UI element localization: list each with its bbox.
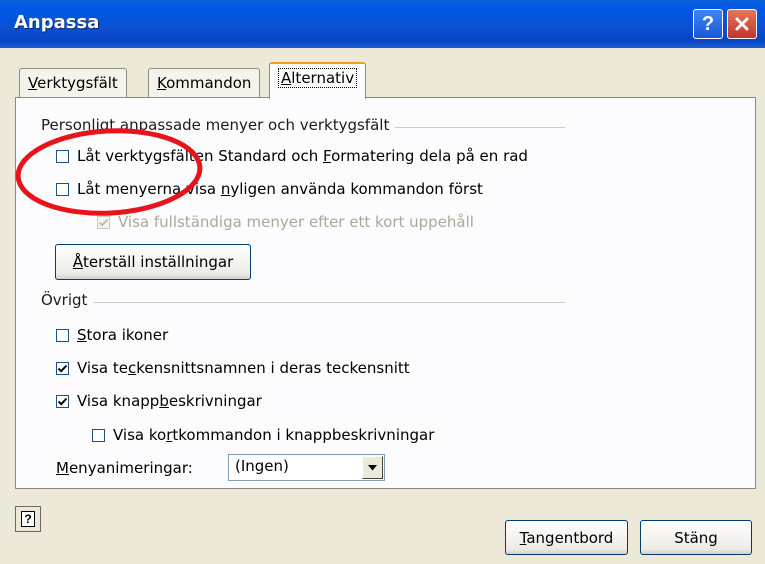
group-label-other: Övrigt [41,291,94,309]
checkbox[interactable] [56,361,69,375]
close-icon [735,17,749,31]
check-icon [98,218,109,227]
help-button[interactable]: ? [15,506,41,532]
window-title: Anpassa [14,12,100,33]
title-bar: Anpassa ? [0,0,765,48]
tab-kommandon[interactable]: Kommandon [148,68,261,98]
help-title-button[interactable]: ? [693,9,723,39]
dropdown-arrow-icon[interactable] [362,456,383,479]
option-label: Visa knappbeskrivningar [77,392,262,410]
reset-settings-button[interactable]: Återställ inställningar [55,244,251,280]
help-icon: ? [701,12,715,35]
option-tooltips[interactable]: Visa knappbeskrivningar [56,392,262,410]
menu-animation-label: Menyanimeringar: [56,459,193,477]
keyboard-button[interactable]: Tangentbord [505,520,628,555]
option-label: Visa teckensnittsnamnen i deras teckensn… [77,359,410,377]
close-button[interactable]: Stäng [640,520,752,555]
close-title-button[interactable] [727,9,757,39]
animation-label-text: Menyanimeringar: [56,459,193,477]
option-font-names[interactable]: Visa teckensnittsnamnen i deras teckensn… [56,359,410,377]
group-line-other [44,302,565,303]
tab-verktygsfalt[interactable]: Verktygsfält [19,68,127,98]
check-icon [57,397,68,406]
option-shortcut-keys[interactable]: Visa kortkommandon i knappbeskrivningar [92,426,434,444]
tab-alternativ[interactable]: Alternativ [269,62,367,99]
option-label: Stora ikoner [77,326,169,344]
tab-label: Alternativ [278,68,358,88]
button-label: Stäng [674,528,718,547]
select-value: (Ingen) [235,457,289,475]
help-question-icon: ? [21,511,35,527]
checkbox[interactable] [92,428,105,442]
check-icon [57,364,68,373]
option-label: Visa kortkommandon i knappbeskrivningar [113,426,435,444]
checkbox[interactable] [56,328,69,342]
button-label: Återställ inställningar [72,253,234,271]
tab-label: Kommandon [157,74,252,92]
option-large-icons[interactable]: Stora ikoner [56,326,168,344]
annotation-circle [15,128,203,216]
tab-label: Verktygsfält [28,74,118,92]
button-label: Tangentbord [519,528,614,547]
menu-animation-select[interactable]: (Ingen) [228,454,385,481]
checkbox[interactable] [56,394,69,408]
